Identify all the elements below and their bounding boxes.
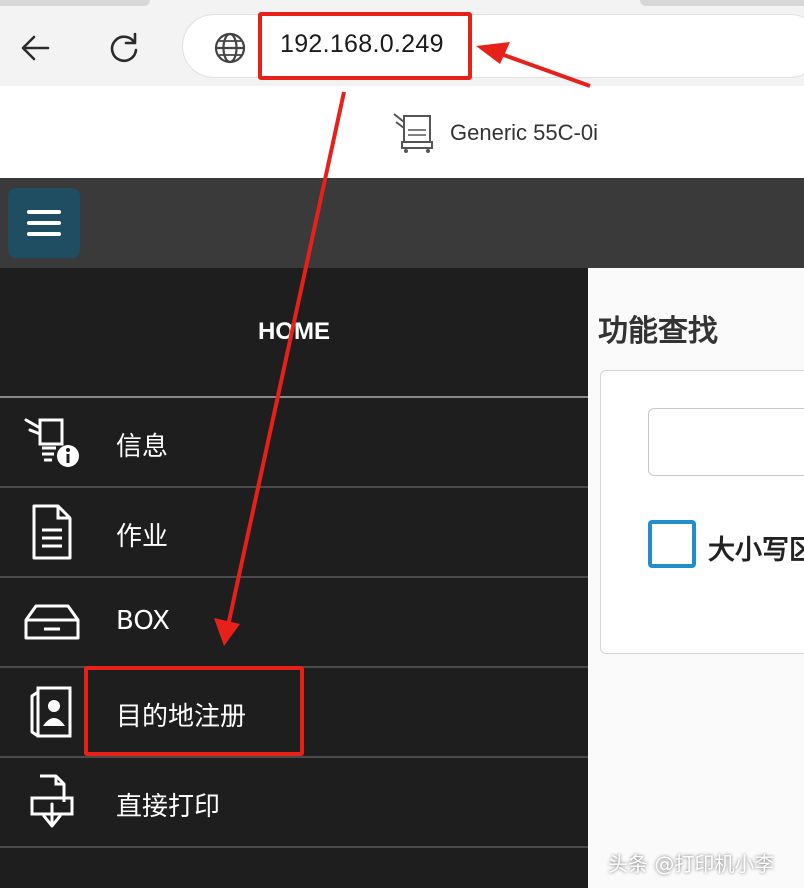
sidebar-item-label: 作业 [116, 522, 169, 552]
sidebar-item-direct-print[interactable]: 直接打印 [0, 758, 588, 848]
reload-button[interactable] [102, 26, 146, 70]
box-tray-icon [24, 604, 80, 640]
hamburger-icon [27, 232, 61, 236]
sidebar-item-info[interactable]: 信息 [0, 398, 588, 488]
app-toolbar [0, 178, 804, 268]
hamburger-menu-button[interactable] [8, 188, 80, 258]
sidebar-home[interactable]: HOME [0, 268, 588, 396]
watermark: 头条 @打印机小李 [608, 852, 775, 876]
sidebar-item-box[interactable]: BOX [0, 578, 588, 668]
back-arrow-icon [21, 35, 50, 61]
document-icon [32, 504, 72, 560]
hamburger-icon [27, 221, 61, 225]
tab-edge-left [0, 0, 150, 6]
url-highlight-box [258, 12, 472, 80]
globe-icon [214, 32, 246, 64]
printer-info-icon [24, 418, 79, 467]
sidebar-item-label: BOX [116, 606, 170, 636]
direct-print-icon [30, 774, 74, 828]
screenshot: 192.168.0.249 Generic 55C-0i HOME 信息 作业 … [0, 0, 804, 888]
hamburger-icon [27, 210, 61, 214]
destination-highlight-box [84, 666, 304, 756]
sidebar-item-label: 信息 [116, 432, 169, 462]
function-search-input[interactable] [648, 408, 804, 476]
sidebar-item-jobs[interactable]: 作业 [0, 488, 588, 578]
case-sensitive-label: 大小写区 [708, 535, 804, 566]
device-name: Generic 55C-0i [450, 120, 598, 145]
printer-icon [393, 113, 433, 153]
reload-icon [110, 32, 138, 63]
case-sensitive-checkbox[interactable] [648, 520, 696, 568]
function-search-title: 功能查找 [598, 314, 718, 349]
address-book-icon [30, 686, 72, 738]
tab-edge-right [640, 0, 804, 6]
sidebar-item-label: 直接打印 [116, 792, 221, 822]
back-button[interactable] [14, 26, 58, 70]
